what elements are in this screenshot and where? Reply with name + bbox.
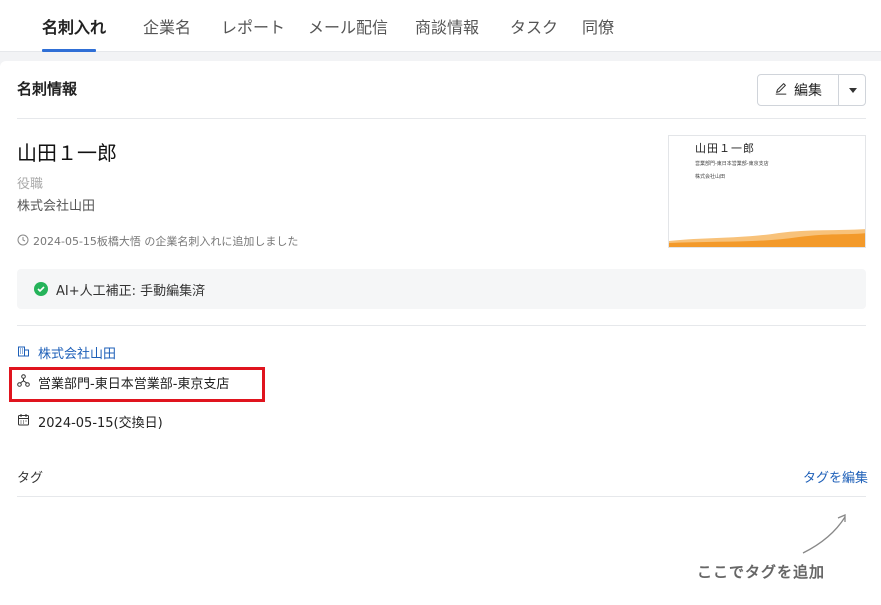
tab-mail-delivery[interactable]: メール配信 bbox=[308, 14, 388, 38]
job-title: 役職 bbox=[17, 177, 44, 192]
card-wave-decoration bbox=[669, 229, 865, 247]
calendar-icon bbox=[17, 413, 30, 430]
highlight-annotation-box bbox=[9, 367, 265, 402]
thumb-department: 営業部門-東日本営業部-東京支店 bbox=[695, 161, 769, 167]
top-tab-bar: 名刺入れ 企業名 レポート メール配信 商談情報 タスク 同僚 bbox=[0, 0, 881, 52]
pencil-icon bbox=[774, 81, 788, 99]
tab-deals[interactable]: 商談情報 bbox=[415, 14, 479, 38]
building-icon bbox=[17, 344, 30, 361]
clock-icon bbox=[17, 234, 29, 249]
exchange-date-row: 2024-05-15(交換日) bbox=[17, 412, 163, 431]
active-tab-indicator bbox=[42, 49, 96, 52]
tab-colleagues[interactable]: 同僚 bbox=[582, 14, 614, 38]
tab-tasks[interactable]: タスク bbox=[510, 14, 558, 38]
divider bbox=[17, 325, 866, 326]
person-name: 山田１一郎 bbox=[17, 141, 117, 165]
company-link[interactable]: 株式会社山田 bbox=[38, 343, 116, 362]
add-tags-hint: ここでタグを追加 bbox=[697, 563, 826, 581]
thumb-name: 山田１一郎 bbox=[695, 142, 755, 155]
divider bbox=[17, 496, 866, 497]
edit-button-label: 編集 bbox=[794, 83, 822, 99]
tab-companies[interactable]: 企業名 bbox=[143, 14, 191, 38]
check-circle-icon bbox=[34, 282, 48, 296]
edit-tags-link[interactable]: タグを編集 bbox=[803, 467, 868, 486]
edit-dropdown-toggle[interactable] bbox=[839, 75, 866, 105]
panel-title: 名刺情報 bbox=[17, 80, 78, 98]
divider bbox=[17, 118, 866, 119]
edit-button[interactable]: 編集 bbox=[758, 75, 838, 105]
company-row: 株式会社山田 bbox=[17, 343, 116, 362]
tab-reports[interactable]: レポート bbox=[221, 14, 285, 38]
arrow-annotation-icon bbox=[802, 514, 846, 554]
tags-label: タグ bbox=[17, 471, 44, 486]
added-history: 2024-05-15板橋大悟 の企業名刺入れに追加しました bbox=[17, 233, 298, 249]
ai-correction-status: AI+人工補正: 手動編集済 bbox=[17, 269, 866, 309]
added-note-text: 2024-05-15板橋大悟 の企業名刺入れに追加しました bbox=[33, 235, 299, 248]
thumb-company: 株式会社山田 bbox=[695, 174, 726, 180]
tab-business-cards[interactable]: 名刺入れ bbox=[42, 14, 106, 38]
chevron-down-icon bbox=[848, 87, 857, 93]
company-name-text: 株式会社山田 bbox=[17, 199, 96, 214]
edit-button-group: 編集 bbox=[757, 74, 866, 106]
business-card-info-panel: 名刺情報 編集 山田１一郎 役職 株式会社山田 2024-05-15板橋大悟 の… bbox=[0, 61, 881, 605]
business-card-image[interactable]: 山田１一郎 営業部門-東日本営業部-東京支店 株式会社山田 bbox=[668, 135, 866, 248]
ai-status-text: AI+人工補正: 手動編集済 bbox=[56, 283, 206, 299]
exchange-date-text: 2024-05-15(交換日) bbox=[38, 416, 163, 431]
